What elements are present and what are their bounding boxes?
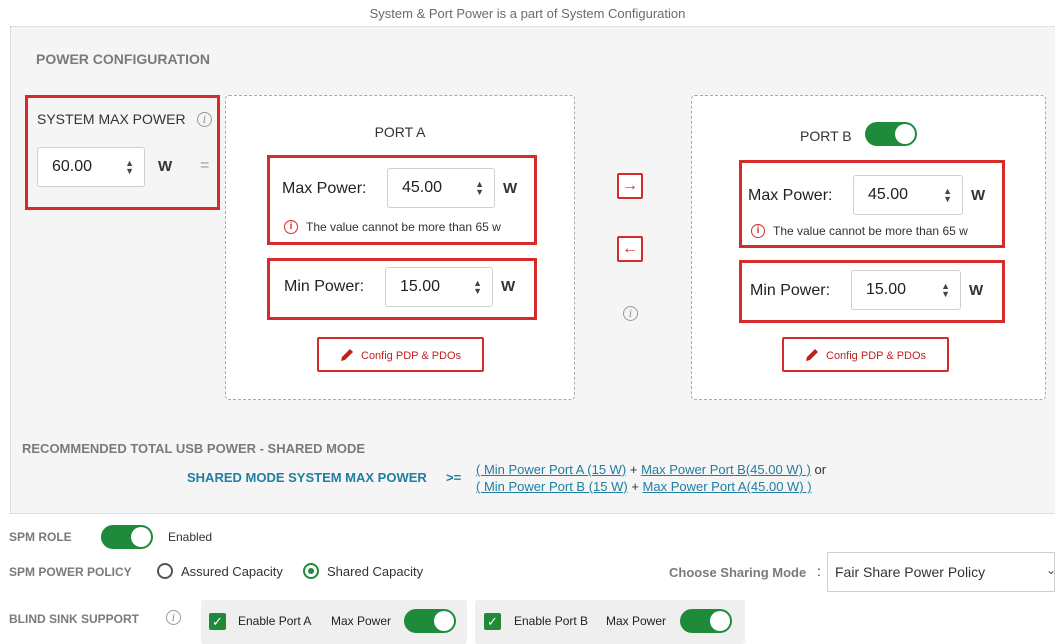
port-b-max-power-toggle[interactable] <box>680 609 732 633</box>
port-a-max-power-toggle-label: Max Power <box>331 614 392 628</box>
port-a-config-label: Config PDP & PDOs <box>361 350 462 362</box>
spm-role-label: SPM ROLE <box>9 530 72 544</box>
port-b-title: PORT B <box>800 128 852 144</box>
enable-port-b-label: Enable Port B <box>514 614 589 628</box>
port-b-config-button[interactable]: Config PDP & PDOs <box>782 337 949 372</box>
port-b-min-power-unit: W <box>969 282 984 299</box>
formula-min-port-b-link[interactable]: ( Min Power Port B (15 W) <box>476 479 628 494</box>
port-b-max-power-input[interactable]: 45.00 ▲ ▼ <box>853 175 963 215</box>
port-b-min-power-label: Min Power: <box>750 282 831 299</box>
recommended-title: RECOMMENDED TOTAL USB POWER - SHARED MOD… <box>22 441 366 456</box>
blind-sink-label: BLIND SINK SUPPORT <box>9 612 140 626</box>
toggle-knob <box>131 527 151 547</box>
power-config-title: POWER CONFIGURATION <box>36 51 210 67</box>
port-a-min-power-input[interactable]: 15.00 ▲ ▼ <box>385 267 493 307</box>
pencil-icon <box>339 347 355 366</box>
enable-port-b-checkbox[interactable]: ✓ <box>484 613 501 630</box>
port-b-toggle[interactable] <box>865 122 917 146</box>
sharing-mode-select[interactable]: Fair Share Power Policy ⌄ <box>827 552 1055 592</box>
radio-shared-capacity[interactable] <box>303 563 319 579</box>
pencil-icon <box>804 347 820 366</box>
port-b-error-icon: i <box>751 224 765 238</box>
port-b-config-label: Config PDP & PDOs <box>826 350 927 362</box>
port-a-max-power-toggle[interactable] <box>404 609 456 633</box>
port-a-error-icon: i <box>284 220 298 234</box>
port-a-min-power-value: 15.00 <box>400 278 441 295</box>
sharing-mode-label: Choose Sharing Mode <box>669 565 807 580</box>
spm-role-toggle[interactable] <box>101 525 153 549</box>
enable-port-a-label: Enable Port A <box>238 614 312 628</box>
port-a-error-text: The value cannot be more than 65 w <box>306 220 501 234</box>
formula-max-port-a-link[interactable]: Max Power Port A(45.00 W) ) <box>643 479 812 494</box>
spinner-arrows-icon[interactable]: ▲ ▼ <box>473 279 482 296</box>
port-sync-info-icon[interactable]: i <box>623 306 638 321</box>
port-a-max-power-input[interactable]: 45.00 ▲ ▼ <box>387 168 495 208</box>
sharing-mode-value: Fair Share Power Policy <box>835 564 986 580</box>
toggle-knob <box>895 124 915 144</box>
sharing-mode-colon: : <box>817 563 821 579</box>
port-a-max-power-label: Max Power: <box>282 180 367 197</box>
port-b-max-power-toggle-label: Max Power <box>606 614 667 628</box>
radio-assured-capacity[interactable] <box>157 563 173 579</box>
blind-sink-info-icon[interactable]: i <box>166 610 181 625</box>
shared-mode-label: SHARED MODE SYSTEM MAX POWER <box>187 470 427 485</box>
spinner-arrows-icon[interactable]: ▲ ▼ <box>475 180 484 197</box>
port-b-error-text: The value cannot be more than 65 w <box>773 224 968 238</box>
toggle-knob <box>710 611 730 631</box>
spinner-arrows-icon[interactable]: ▲ ▼ <box>125 159 134 176</box>
equals-sign: = <box>200 157 210 174</box>
port-b-max-power-label: Max Power: <box>748 187 833 204</box>
spm-policy-label: SPM POWER POLICY <box>9 565 132 579</box>
formula-line-2: ( Min Power Port B (15 W) + Max Power Po… <box>476 479 812 494</box>
page-caption: System & Port Power is a part of System … <box>369 6 686 21</box>
port-a-min-power-unit: W <box>501 278 516 295</box>
formula-line-1: ( Min Power Port A (15 W) + Max Power Po… <box>476 462 826 477</box>
port-a-max-power-value: 45.00 <box>402 179 443 196</box>
port-a-min-power-label: Min Power: <box>284 278 365 295</box>
port-b-max-power-unit: W <box>971 187 986 204</box>
spinner-arrows-icon[interactable]: ▲ ▼ <box>943 187 952 204</box>
port-a-title: PORT A <box>374 124 426 140</box>
formula-min-port-a-link[interactable]: ( Min Power Port A (15 W) <box>476 462 626 477</box>
formula-plus: + <box>627 479 643 494</box>
toggle-knob <box>434 611 454 631</box>
system-max-power-info-icon[interactable]: i <box>197 112 212 127</box>
chevron-down-icon[interactable]: ⌄ <box>1046 563 1055 577</box>
port-b-max-power-value: 45.00 <box>868 186 909 203</box>
system-max-power-label: SYSTEM MAX POWER <box>37 111 186 127</box>
shared-mode-operator: >= <box>446 470 462 485</box>
system-max-power-value: 60.00 <box>52 158 93 175</box>
formula-max-port-b-link[interactable]: Max Power Port B(45.00 W) ) <box>641 462 811 477</box>
port-a-max-power-unit: W <box>503 180 518 197</box>
system-max-power-unit: W <box>158 158 173 175</box>
spinner-arrows-icon[interactable]: ▲ ▼ <box>941 282 950 299</box>
radio-assured-capacity-label[interactable]: Assured Capacity <box>181 564 283 579</box>
enable-port-a-checkbox[interactable]: ✓ <box>209 613 226 630</box>
formula-or: or <box>810 462 827 477</box>
copy-left-arrow-button[interactable]: ← <box>617 236 643 262</box>
port-a-config-button[interactable]: Config PDP & PDOs <box>317 337 484 372</box>
port-b-min-power-value: 15.00 <box>866 281 907 298</box>
radio-shared-capacity-label[interactable]: Shared Capacity <box>327 564 423 579</box>
copy-right-arrow-button[interactable]: → <box>617 173 643 199</box>
formula-plus: + <box>626 462 642 477</box>
system-max-power-input[interactable]: 60.00 ▲ ▼ <box>37 147 145 187</box>
port-b-min-power-input[interactable]: 15.00 ▲ ▼ <box>851 270 961 310</box>
spm-role-state: Enabled <box>168 530 213 544</box>
